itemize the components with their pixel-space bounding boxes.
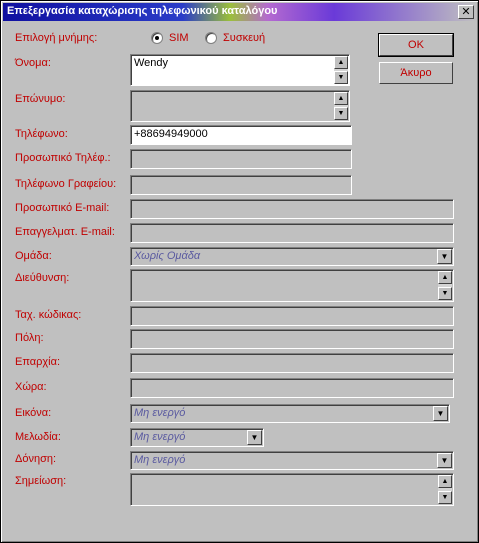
- radio-device[interactable]: [205, 32, 217, 44]
- personal-email-label: Προσωπικό E-mail:: [15, 202, 110, 214]
- name-field[interactable]: Wendy ▲ ▼: [130, 54, 350, 86]
- name-label: Όνομα:: [15, 57, 51, 69]
- dropdown-arrow-icon[interactable]: ▼: [433, 406, 448, 421]
- address-label: Διεύθυνση:: [15, 272, 70, 284]
- scroll-up-icon[interactable]: ▲: [334, 92, 348, 105]
- image-select[interactable]: Μη ενεργό ▼: [130, 404, 450, 423]
- surname-field[interactable]: ▲ ▼: [130, 90, 350, 122]
- city-field[interactable]: [130, 329, 454, 349]
- memory-label: Επιλογή μνήμης:: [15, 32, 98, 44]
- region-field[interactable]: [130, 353, 454, 373]
- name-scrollbar[interactable]: ▲ ▼: [334, 56, 348, 84]
- office-phone-label: Τηλέφωνο Γραφείου:: [15, 178, 117, 190]
- melody-value: Μη ενεργό: [134, 431, 186, 443]
- country-field[interactable]: [130, 378, 454, 398]
- image-label: Εικόνα:: [15, 407, 52, 419]
- scroll-up-icon[interactable]: ▲: [438, 475, 452, 488]
- cancel-button[interactable]: Άκυρο: [379, 62, 453, 84]
- vibration-select[interactable]: Μη ενεργό ▼: [130, 451, 454, 470]
- phone-label: Τηλέφωνο:: [15, 128, 68, 140]
- image-value: Μη ενεργό: [134, 407, 186, 419]
- dialog-title: Επεξεργασία καταχώρισης τηλεφωνικού κατα…: [7, 5, 278, 17]
- group-label: Ομάδα:: [15, 250, 52, 262]
- scroll-down-icon[interactable]: ▼: [438, 491, 452, 504]
- note-field[interactable]: ▲ ▼: [130, 473, 454, 506]
- scroll-up-icon[interactable]: ▲: [438, 271, 452, 284]
- vibration-label: Δόνηση:: [15, 453, 57, 465]
- ok-button[interactable]: OK: [378, 33, 454, 57]
- note-scrollbar[interactable]: ▲ ▼: [438, 475, 452, 504]
- country-label: Χώρα:: [15, 381, 47, 393]
- personal-email-field[interactable]: [130, 199, 454, 219]
- office-phone-field[interactable]: [130, 175, 352, 195]
- edit-contact-dialog: Επεξεργασία καταχώρισης τηλεφωνικού κατα…: [0, 0, 479, 543]
- address-field[interactable]: ▲ ▼: [130, 269, 454, 302]
- address-scrollbar[interactable]: ▲ ▼: [438, 271, 452, 300]
- personal-phone-field[interactable]: [130, 149, 352, 169]
- melody-select[interactable]: Μη ενεργό ▼: [130, 428, 264, 447]
- scroll-up-icon[interactable]: ▲: [334, 56, 348, 69]
- work-email-field[interactable]: [130, 223, 454, 243]
- group-select[interactable]: Χωρίς Ομάδα ▼: [130, 247, 454, 266]
- postal-code-field[interactable]: [130, 306, 454, 326]
- dropdown-arrow-icon[interactable]: ▼: [437, 453, 452, 468]
- melody-label: Μελωδία:: [15, 431, 61, 443]
- title-bar[interactable]: Επεξεργασία καταχώρισης τηλεφωνικού κατα…: [3, 3, 476, 21]
- dropdown-arrow-icon[interactable]: ▼: [247, 430, 262, 445]
- radio-selected-dot: [155, 36, 159, 40]
- postal-code-label: Ταχ. κώδικας:: [15, 309, 82, 321]
- scroll-down-icon[interactable]: ▼: [438, 287, 452, 300]
- surname-label: Επώνυμο:: [15, 93, 66, 105]
- scroll-down-icon[interactable]: ▼: [334, 71, 348, 84]
- radio-device-label: Συσκευή: [223, 32, 266, 44]
- phone-value: +88694949000: [134, 128, 208, 140]
- radio-sim[interactable]: [151, 32, 163, 44]
- name-value: Wendy: [134, 57, 169, 69]
- personal-phone-label: Προσωπικό Τηλέφ.:: [15, 152, 111, 164]
- radio-sim-label: SIM: [169, 32, 189, 44]
- vibration-value: Μη ενεργό: [134, 454, 186, 466]
- surname-scrollbar[interactable]: ▲ ▼: [334, 92, 348, 120]
- work-email-label: Επαγγελματ. E-mail:: [15, 226, 115, 238]
- region-label: Επαρχία:: [15, 356, 61, 368]
- note-label: Σημείωση:: [15, 475, 67, 487]
- close-icon: ✕: [461, 6, 471, 18]
- dropdown-arrow-icon[interactable]: ▼: [437, 249, 452, 264]
- phone-field[interactable]: +88694949000: [130, 125, 352, 145]
- city-label: Πόλη:: [15, 332, 44, 344]
- scroll-down-icon[interactable]: ▼: [334, 107, 348, 120]
- group-value: Χωρίς Ομάδα: [134, 250, 201, 262]
- close-button[interactable]: ✕: [458, 5, 474, 19]
